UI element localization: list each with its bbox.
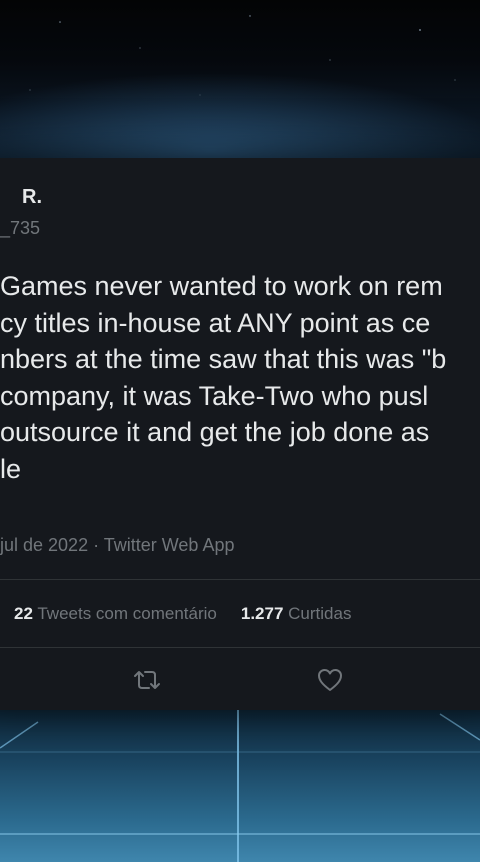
- quote-count: 22: [14, 604, 33, 623]
- quote-tweets-link[interactable]: 22 Tweets com comentário: [14, 604, 217, 623]
- backdrop-grid: [0, 700, 480, 862]
- like-count: 1.277: [240, 604, 284, 623]
- likes-link[interactable]: 1.277 Curtidas: [241, 604, 352, 623]
- tweet-text-line: cy titles in-house at ANY point as ce: [0, 307, 431, 338]
- tweet-text-line: Games never wanted to work on rem: [0, 271, 443, 301]
- tweet-text-line: company, it was Take-Two who pusl: [0, 380, 429, 411]
- like-button[interactable]: [316, 666, 346, 694]
- quote-label: Tweets com comentário: [37, 604, 217, 623]
- heart-icon: [318, 669, 342, 691]
- engagement-stats: 22 Tweets com comentário 1.277 Curtidas: [14, 604, 351, 624]
- divider: [0, 579, 480, 580]
- tweet-text-line: le: [0, 453, 22, 484]
- display-name[interactable]: R.: [22, 186, 42, 209]
- like-label: Curtidas: [288, 604, 352, 623]
- tweet-text-line: nbers at the time saw that this was "b: [0, 344, 447, 374]
- tweet-text: Games never wanted to work on rem cy tit…: [0, 268, 480, 487]
- divider: [0, 647, 480, 648]
- user-handle[interactable]: _735: [0, 218, 40, 239]
- retweet-button[interactable]: [132, 666, 162, 694]
- video-frame: R. _735 Games never wanted to work on re…: [0, 0, 480, 862]
- retweet-icon: [134, 671, 160, 689]
- starfield: [29, 15, 456, 96]
- tweet-text-line: outsource it and get the job done as: [0, 417, 430, 447]
- tweet-timestamp-source[interactable]: jul de 2022 · Twitter Web App: [0, 535, 234, 556]
